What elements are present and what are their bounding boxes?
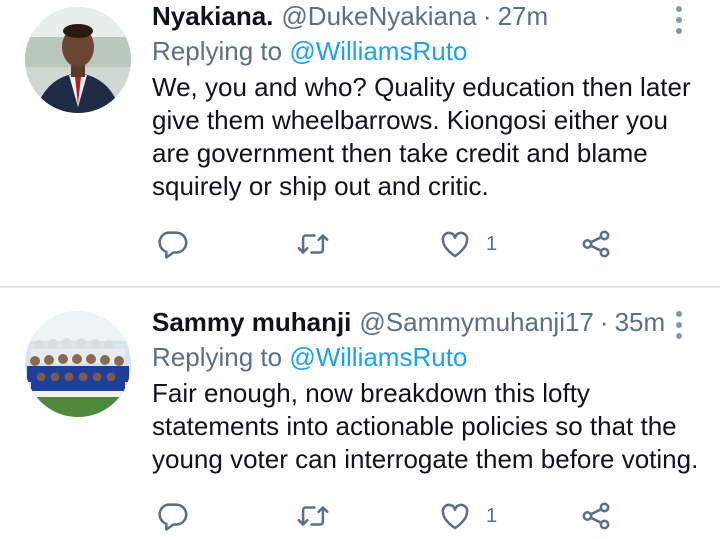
reply-icon [158,231,188,259]
replying-to-line: Replying to @WilliamsRuto [152,341,700,373]
more-icon[interactable] [676,6,682,39]
display-name[interactable]: Nyakiana. [152,0,273,32]
like-icon [441,503,469,530]
like-button[interactable]: 1 [438,227,497,261]
retweet-icon [297,234,329,254]
like-count: 1 [486,504,498,527]
action-bar: 1 [155,227,625,267]
display-name[interactable]: Sammy muhanji [152,306,351,338]
user-handle[interactable]: @DukeNyakiana [281,0,476,32]
like-count: 1 [486,232,498,255]
more-icon[interactable] [676,311,682,344]
share-icon [582,502,610,530]
timestamp[interactable]: 27m [498,0,549,32]
mention-link[interactable]: @WilliamsRuto [289,342,467,372]
tweet-text: We, you and who? Quality education then … [152,72,691,201]
like-icon [441,231,469,258]
mention-link[interactable]: @WilliamsRuto [289,36,467,66]
avatar[interactable] [25,7,131,113]
tweet-header: Sammy muhanji @Sammymuhanji17 · 35m [152,306,700,338]
retweet-icon [297,506,329,526]
share-button[interactable] [579,227,613,261]
tweet-reply-1[interactable]: Nyakiana. @DukeNyakiana · 27m Replying t… [0,0,720,288]
like-button[interactable]: 1 [438,499,497,533]
retweet-button[interactable] [296,227,330,261]
avatar[interactable] [25,311,131,417]
separator-dot: · [482,1,492,31]
share-icon [582,230,610,258]
timestamp[interactable]: 35m [615,306,666,338]
tweet-text: Fair enough, now breakdown this lofty st… [152,378,699,474]
retweet-button[interactable] [296,499,330,533]
replying-to-label: Replying to [152,36,290,66]
reply-button[interactable] [155,499,189,533]
replying-to-label: Replying to [152,342,290,372]
separator-dot: · [599,307,609,337]
user-handle[interactable]: @Sammymuhanji17 [359,306,593,338]
action-bar: 1 [155,499,625,539]
tweet-reply-2[interactable]: Sammy muhanji @Sammymuhanji17 · 35m Repl… [0,287,720,537]
share-button[interactable] [579,499,613,533]
reply-icon [158,503,188,531]
replying-to-line: Replying to @WilliamsRuto [152,35,700,67]
reply-button[interactable] [155,227,189,261]
tweet-header: Nyakiana. @DukeNyakiana · 27m [152,0,700,32]
